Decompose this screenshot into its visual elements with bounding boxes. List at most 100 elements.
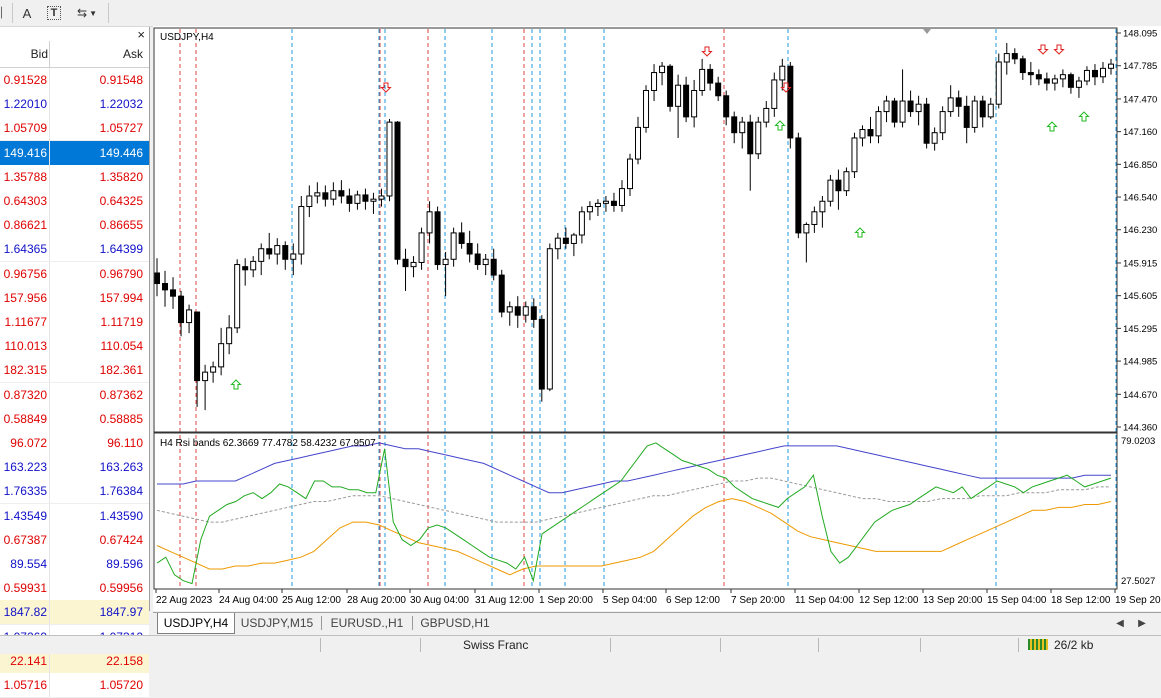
market-watch-row[interactable]: 0.96756 0.96790	[0, 261, 149, 287]
market-watch-row[interactable]: 1.76335 1.76384	[0, 479, 149, 505]
candle-body	[851, 137, 858, 173]
tab-eurusd-h1[interactable]: EURUSD.,H1	[327, 613, 407, 633]
market-watch-row[interactable]: 1.35788 1.35820	[0, 164, 149, 190]
market-watch-row[interactable]: 0.67387 0.67424	[0, 527, 149, 553]
tab-gbpusd-h1[interactable]: GBPUSD,H1	[417, 613, 493, 633]
price-tick-label: 144.670	[1123, 390, 1157, 401]
bid-price: 0.58849	[3, 411, 47, 426]
ask-price: 1.05720	[99, 678, 143, 692]
ask-price: 1.11719	[100, 315, 144, 329]
candle	[667, 64, 674, 112]
candle	[434, 206, 441, 270]
candle-body	[1091, 69, 1098, 78]
candle	[971, 95, 978, 133]
candle	[995, 53, 1002, 109]
market-watch-row[interactable]: 89.554 89.596	[0, 552, 149, 577]
market-watch-row[interactable]: 0.91528 0.91548	[0, 68, 149, 93]
candle-body	[859, 129, 866, 139]
price-tick-label: 147.160	[1123, 127, 1157, 138]
bid-price: 0.67387	[3, 532, 47, 547]
candle-body	[370, 198, 377, 202]
candle-body	[1043, 78, 1050, 84]
ask-price: 0.67424	[99, 532, 143, 547]
market-watch-row[interactable]: 1847.82 1847.97	[0, 600, 149, 626]
candle	[851, 132, 858, 179]
candle-body	[635, 126, 642, 160]
ask-price: 0.59956	[99, 581, 143, 596]
candle-body	[787, 65, 794, 139]
candle-body	[971, 100, 978, 128]
candle-body	[699, 68, 706, 91]
market-watch-row[interactable]: 1.64365 1.64399	[0, 237, 149, 263]
ask-price: 96.110	[107, 436, 143, 450]
chart-svg[interactable]: USDJPY,H4 H4 Rsi bands 62.3669 77.4782 5…	[153, 26, 1161, 611]
candle-body	[1003, 53, 1010, 63]
candle-body	[715, 82, 722, 97]
text-label-tool-button[interactable]: T	[44, 3, 64, 23]
tab-usdjpy-m15[interactable]: USDJPY,M15	[239, 613, 315, 633]
ask-price: 0.58885	[99, 411, 143, 426]
candle-body	[915, 103, 922, 113]
candle-body	[522, 306, 529, 316]
market-watch-row[interactable]: 1.05716 1.05720	[0, 673, 149, 698]
candle-body	[162, 283, 169, 291]
candle-body	[1099, 67, 1106, 78]
market-watch-row[interactable]: 182.315 182.361	[0, 358, 149, 384]
market-watch-row[interactable]: 110.013 110.054	[0, 334, 149, 360]
bid-price: 110.013	[4, 339, 48, 354]
market-watch-row[interactable]: 1.05709 1.05727	[0, 116, 149, 142]
candle-body	[843, 171, 850, 192]
candle-body	[939, 111, 946, 134]
market-watch-row[interactable]: 0.58849 0.58885	[0, 406, 149, 432]
market-watch-row[interactable]: 163.223 163.263	[0, 455, 149, 481]
chevron-down-icon: ▼	[89, 8, 97, 18]
price-tick-label: 145.295	[1123, 324, 1157, 335]
tab-usdjpy-h4[interactable]: USDJPY,H4	[157, 613, 235, 634]
market-watch-row[interactable]: 157.956 157.994	[0, 285, 149, 311]
status-separator	[720, 638, 721, 652]
candle-body	[226, 327, 233, 345]
tab-separator	[321, 616, 322, 630]
ask-column-header[interactable]: Ask	[50, 47, 143, 61]
bid-price: 1.22010	[3, 97, 47, 112]
market-watch-row[interactable]: 0.59931 0.59956	[0, 576, 149, 602]
bid-column-header[interactable]: Bid	[0, 47, 48, 61]
candle-body	[578, 211, 585, 236]
market-watch-row[interactable]: 149.416 149.446	[0, 140, 149, 166]
candle-body	[651, 72, 658, 91]
scroll-left-icon[interactable]: ◀	[1111, 613, 1129, 633]
price-tick-label: 146.850	[1123, 160, 1157, 171]
market-watch-row[interactable]: 1.22010 1.22032	[0, 92, 149, 118]
scroll-right-icon[interactable]: ▶	[1133, 613, 1151, 633]
arrows-tool-button[interactable]: ⇆ ▼	[72, 3, 102, 23]
market-watch-row[interactable]: 1.11677 1.11719	[0, 310, 149, 335]
candle-body	[178, 295, 185, 324]
ask-price: 0.96790	[99, 266, 143, 281]
price-tick-label: 146.540	[1123, 193, 1157, 204]
candle-body	[194, 311, 201, 382]
market-watch-row[interactable]: 1.43549 1.43590	[0, 503, 149, 529]
candle-body	[835, 179, 842, 192]
market-watch-row[interactable]: 96.072 96.110	[0, 431, 149, 456]
connection-bars-icon[interactable]	[1028, 639, 1048, 650]
bid-price: 1.64365	[3, 242, 47, 257]
candle-body	[202, 371, 209, 382]
partial-tool-button[interactable]: ▏	[0, 3, 10, 23]
candle-body	[490, 258, 497, 276]
candle-body	[298, 206, 305, 255]
candle-body	[979, 100, 986, 118]
market-watch-row[interactable]: 0.87320 0.87362	[0, 382, 149, 408]
candle	[394, 121, 401, 265]
text-tool-button[interactable]: A	[18, 3, 36, 23]
close-icon[interactable]: ×	[137, 27, 145, 42]
chart-window[interactable]: USDJPY,H4 H4 Rsi bands 62.3669 77.4782 5…	[153, 26, 1161, 611]
candle-body	[466, 242, 473, 255]
candle-body	[266, 248, 273, 255]
indicator-tick-label: 27.5027	[1121, 576, 1155, 587]
candle-body	[1067, 74, 1074, 88]
market-watch-row[interactable]: 0.64303 0.64325	[0, 189, 149, 214]
bid-price: 1.43549	[3, 508, 47, 523]
toolbar: ▏ A T ⇆ ▼	[0, 0, 1161, 27]
market-watch-row[interactable]: 0.86621 0.86655	[0, 213, 149, 239]
bid-price: 1.05709	[3, 121, 47, 136]
